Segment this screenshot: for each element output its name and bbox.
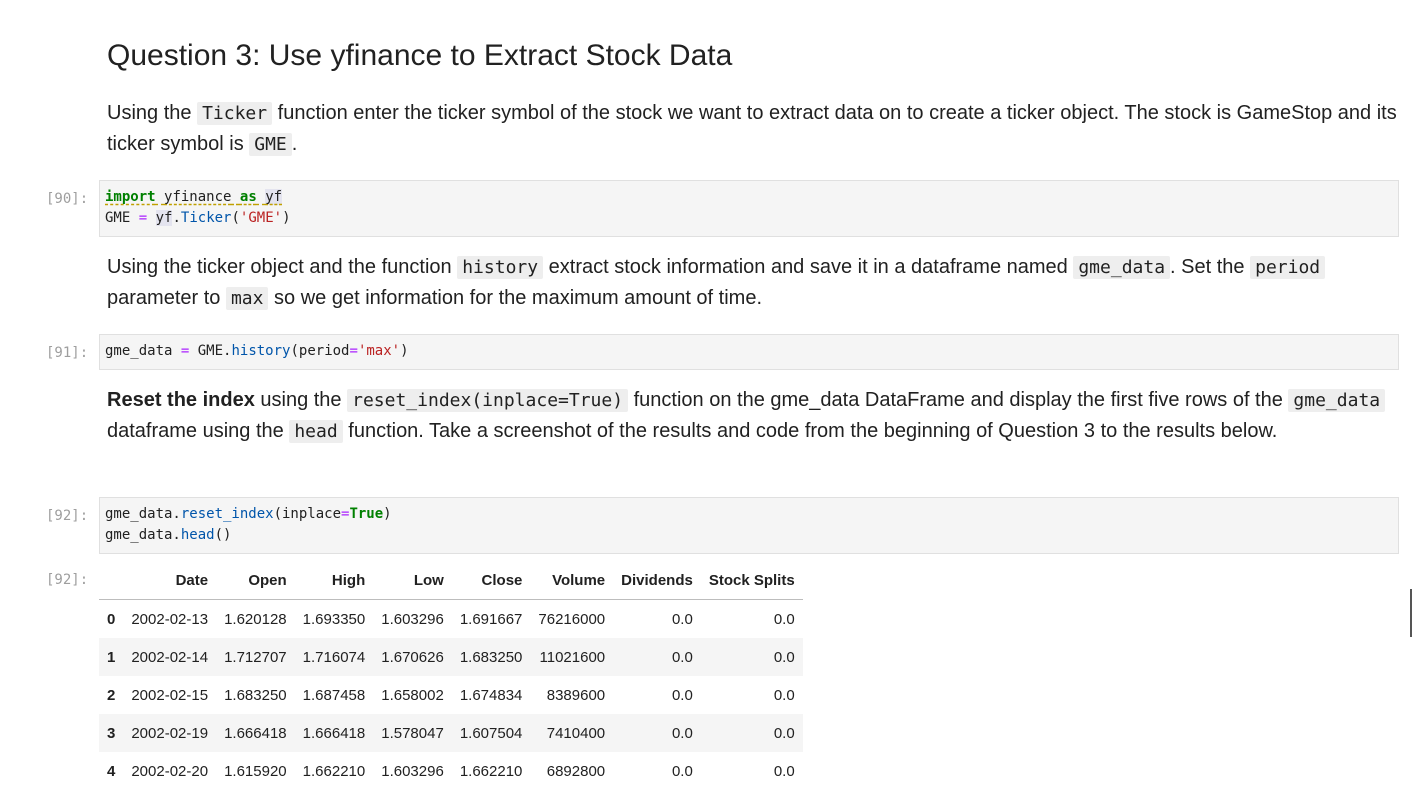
table-cell: 1.603296 <box>381 762 444 780</box>
execution-count-91: [91]: <box>46 345 89 361</box>
table-cell: 1.666418 <box>224 724 287 742</box>
output-execution-count-92: [92]: <box>46 572 89 588</box>
column-header-high: High <box>294 562 374 600</box>
table-cell: 1.607504 <box>459 724 523 742</box>
table-cell: 76216000 <box>538 610 606 628</box>
table-cell: 1.658002 <box>381 686 444 704</box>
table-cell: 1.662210 <box>459 762 523 780</box>
table-cell: 1.693350 <box>302 610 366 628</box>
row-index: 4 <box>107 762 116 780</box>
table-cell: 2002-02-19 <box>131 724 209 742</box>
inline-code-ticker: Ticker <box>197 102 273 125</box>
markdown-cell-ticker-instructions[interactable]: Using the Ticker function enter the tick… <box>107 98 1397 160</box>
column-header <box>99 562 124 600</box>
table-cell: 0.0 <box>773 724 795 742</box>
table-cell: 1.620128 <box>224 610 287 628</box>
table-cell: 0.0 <box>671 724 693 742</box>
row-index: 2 <box>107 686 116 704</box>
table-cell: 2002-02-14 <box>131 648 209 666</box>
table-row: 2 2002-02-15 1.683250 1.687458 1.658002 … <box>99 676 803 714</box>
column-header-date: Date <box>123 562 217 600</box>
table-cell: 0.0 <box>773 648 795 666</box>
inline-code-reset-index: reset_index(inplace=True) <box>347 389 629 412</box>
table-cell: 0.0 <box>671 610 693 628</box>
table-cell: 1.670626 <box>381 648 444 666</box>
table-row: 0 2002-02-13 1.620128 1.693350 1.603296 … <box>99 599 803 638</box>
table-cell: 0.0 <box>773 686 795 704</box>
table-cell: 1.615920 <box>224 762 287 780</box>
table-cell: 2002-02-15 <box>131 686 209 704</box>
text-cursor <box>1410 589 1412 637</box>
table-cell: 1.662210 <box>302 762 366 780</box>
markdown-cell-history-instructions[interactable]: Using the ticker object and the function… <box>107 252 1397 314</box>
table-cell: 1.683250 <box>459 648 523 666</box>
inline-code-gme-data-2: gme_data <box>1288 389 1386 412</box>
table-cell: 1.683250 <box>224 686 287 704</box>
column-header-stock-splits: Stock Splits <box>700 562 803 600</box>
table-cell: 0.0 <box>671 648 693 666</box>
inline-code-max: max <box>225 287 269 310</box>
dataframe-output-table: Date Open High Low Close Volume Dividend… <box>99 562 803 790</box>
code-cell-reset-index-head[interactable]: gme_data.reset_index(inplace=True) gme_d… <box>99 497 1399 554</box>
table-cell: 0.0 <box>671 762 693 780</box>
table-row: 4 2002-02-20 1.615920 1.662210 1.603296 … <box>99 752 803 790</box>
table-header-row: Date Open High Low Close Volume Dividend… <box>99 562 803 600</box>
table-cell: 2002-02-20 <box>131 762 209 780</box>
table-cell: 7410400 <box>546 724 606 742</box>
table-cell: 1.578047 <box>381 724 444 742</box>
column-header-dividends: Dividends <box>613 562 701 600</box>
table-cell: 0.0 <box>671 686 693 704</box>
inline-code-history: history <box>457 256 544 279</box>
table-row: 1 2002-02-14 1.712707 1.716074 1.670626 … <box>99 638 803 676</box>
row-index: 3 <box>107 724 116 742</box>
table-cell: 1.691667 <box>459 610 523 628</box>
inline-code-gme-data: gme_data <box>1073 256 1171 279</box>
table-row: 3 2002-02-19 1.666418 1.666418 1.578047 … <box>99 714 803 752</box>
table-cell: 1.687458 <box>302 686 366 704</box>
table-cell: 1.712707 <box>224 648 287 666</box>
row-index: 0 <box>107 610 116 628</box>
inline-code-head: head <box>289 420 343 443</box>
notebook: Question 3: Use yfinance to Extract Stoc… <box>0 0 1413 812</box>
code-cell-import-yfinance[interactable]: import yfinance as yf GME = yf.Ticker('G… <box>99 180 1399 237</box>
execution-count-92: [92]: <box>46 508 89 524</box>
table-cell: 1.716074 <box>302 648 366 666</box>
table-cell: 0.0 <box>773 762 795 780</box>
column-header-open: Open <box>216 562 295 600</box>
inline-code-gme: GME <box>249 133 292 156</box>
inline-code-period: period <box>1250 256 1326 279</box>
table-cell: 1.674834 <box>459 686 523 704</box>
table-cell: 11021600 <box>539 648 606 666</box>
question-heading: Question 3: Use yfinance to Extract Stoc… <box>107 39 733 72</box>
table-cell: 1.666418 <box>302 724 366 742</box>
execution-count-90: [90]: <box>46 191 89 207</box>
column-header-volume: Volume <box>530 562 614 600</box>
code-cell-history[interactable]: gme_data = GME.history(period='max') <box>99 334 1399 370</box>
table-cell: 2002-02-13 <box>131 610 209 628</box>
table-cell: 1.603296 <box>381 610 444 628</box>
row-index: 1 <box>107 648 116 666</box>
table-cell: 8389600 <box>546 686 606 704</box>
table-cell: 0.0 <box>773 610 795 628</box>
markdown-cell-reset-index-instructions[interactable]: Reset the index using the reset_index(in… <box>107 385 1397 447</box>
column-header-low: Low <box>373 562 452 600</box>
column-header-close: Close <box>451 562 531 600</box>
table-cell: 6892800 <box>546 762 606 780</box>
